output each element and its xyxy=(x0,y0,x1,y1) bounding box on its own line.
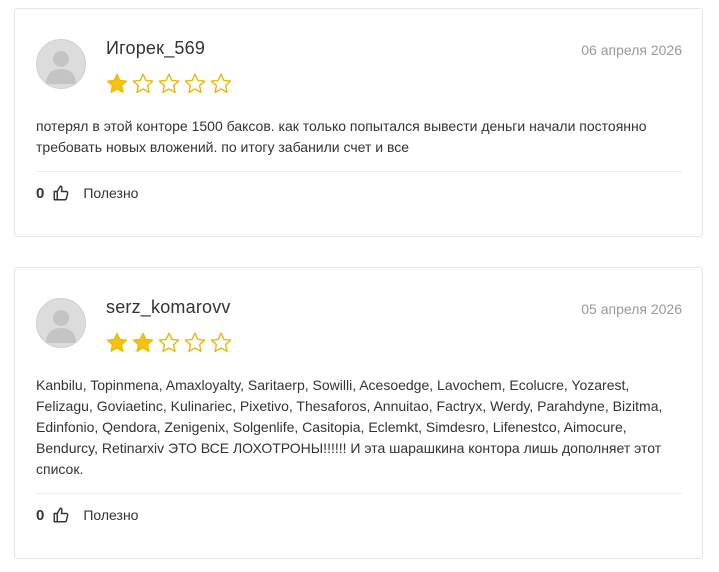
star-empty-icon xyxy=(183,331,207,355)
star-empty-icon xyxy=(157,72,181,96)
thumbs-up-icon xyxy=(53,507,69,523)
like-button[interactable] xyxy=(52,184,70,202)
star-filled-icon xyxy=(105,331,129,355)
divider xyxy=(36,493,682,494)
review-footer: 0 Полезно xyxy=(36,184,138,202)
rating-stars xyxy=(105,72,233,96)
star-empty-icon xyxy=(209,72,233,96)
review-text: Kanbilu, Topinmena, Amaxloyalty, Saritae… xyxy=(36,377,663,477)
star-empty-icon xyxy=(183,72,207,96)
review-footer: 0 Полезно xyxy=(36,506,138,524)
thumbs-up-icon xyxy=(53,185,69,201)
review-date: 05 апреля 2026 xyxy=(581,301,682,317)
avatar xyxy=(36,298,86,348)
star-empty-icon xyxy=(209,331,233,355)
review-text: потерял в этой конторе 1500 баксов. как … xyxy=(36,118,647,155)
review-author[interactable]: serz_komarovv xyxy=(106,297,231,318)
review-author[interactable]: Игорек_569 xyxy=(106,38,205,59)
like-count: 0 xyxy=(36,506,45,524)
divider xyxy=(36,171,682,172)
star-empty-icon xyxy=(157,331,181,355)
helpful-label[interactable]: Полезно xyxy=(83,185,138,201)
avatar xyxy=(36,39,86,89)
star-filled-icon xyxy=(131,331,155,355)
user-avatar-icon xyxy=(37,299,85,347)
helpful-label[interactable]: Полезно xyxy=(83,507,138,523)
like-count: 0 xyxy=(36,184,45,202)
review-card: serz_komarovv 05 апреля 2026 Kanbilu, To… xyxy=(14,267,703,559)
star-filled-icon xyxy=(105,72,129,96)
review-card: Игорек_569 06 апреля 2026 потерял в этой… xyxy=(14,8,703,237)
user-avatar-icon xyxy=(37,40,85,88)
review-date: 06 апреля 2026 xyxy=(581,42,682,58)
like-button[interactable] xyxy=(52,506,70,524)
rating-stars xyxy=(105,331,233,355)
star-empty-icon xyxy=(131,72,155,96)
